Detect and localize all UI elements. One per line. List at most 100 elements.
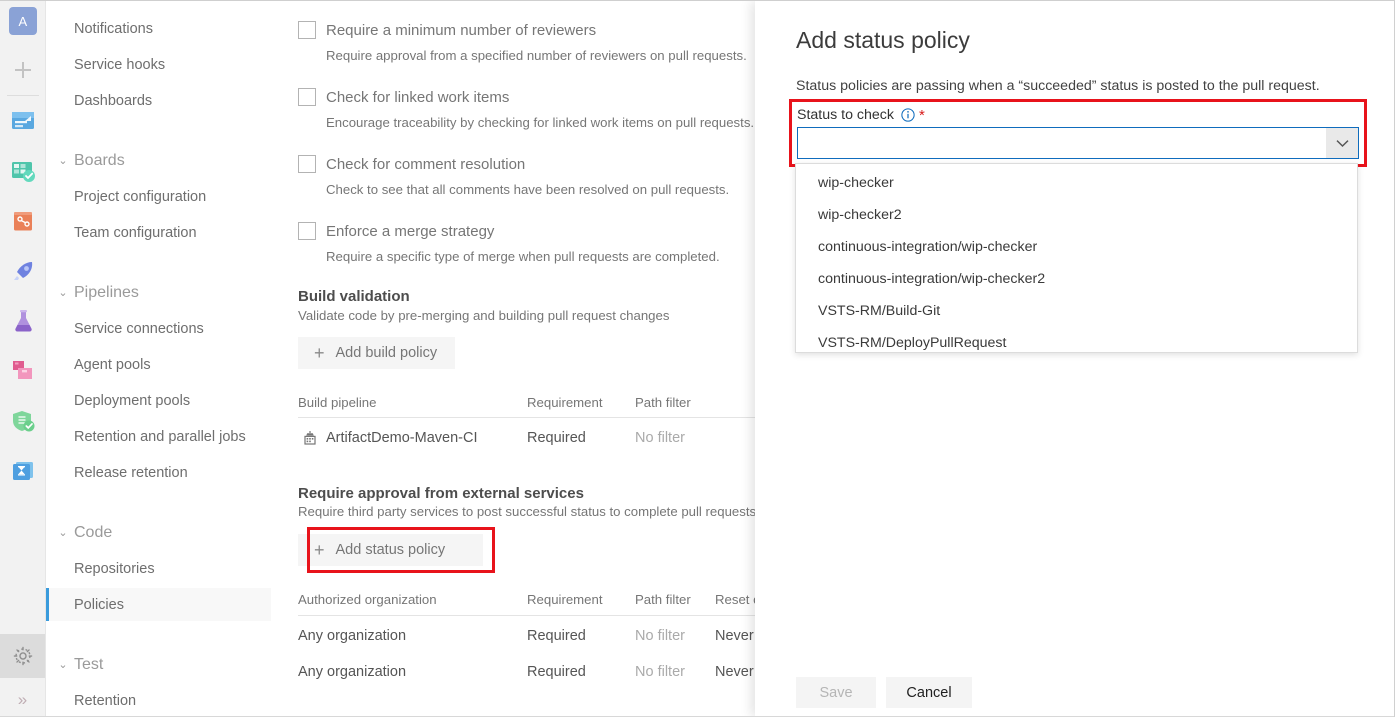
- policy-description: Require a specific type of merge when pu…: [326, 249, 720, 264]
- cancel-button[interactable]: Cancel: [886, 677, 972, 708]
- build-col-path-filter: Path filter: [635, 395, 691, 410]
- sidebar-item-deployment-pools[interactable]: Deployment pools: [46, 384, 271, 417]
- dropdown-option[interactable]: wip-checker2: [796, 199, 1357, 231]
- sidebar-item-label: Repositories: [74, 561, 155, 577]
- sidebar-item-label: Retention and parallel jobs: [74, 429, 246, 445]
- build-row-path-filter: No filter: [635, 430, 685, 446]
- dropdown-option[interactable]: continuous-integration/wip-checker: [796, 231, 1357, 263]
- status-to-check-label-text: Status to check: [797, 107, 894, 123]
- policy-checkbox[interactable]: [298, 21, 316, 39]
- boards-icon[interactable]: [10, 158, 37, 185]
- dropdown-option[interactable]: continuous-integration/wip-checker2: [796, 263, 1357, 295]
- policy-title: Enforce a merge strategy: [326, 223, 494, 240]
- sidebar-item-dashboards[interactable]: Dashboards: [46, 84, 271, 117]
- required-marker: *: [919, 108, 925, 123]
- sidebar-item-release-retention[interactable]: Release retention: [46, 456, 271, 489]
- nav-group-label: Boards: [74, 152, 125, 170]
- sidebar-item-retention[interactable]: Retention: [46, 684, 271, 717]
- chevron-down-icon: ⌄: [52, 156, 74, 167]
- status-to-check-combobox[interactable]: [797, 127, 1359, 159]
- build-row-requirement: Required: [527, 430, 586, 446]
- status-col-organization: Authorized organization: [298, 592, 437, 607]
- add-status-policy-panel: Add status policy Status policies are pa…: [755, 1, 1394, 717]
- build-col-pipeline: Build pipeline: [298, 395, 376, 410]
- build-row-pipeline: ArtifactDemo-Maven-CI: [326, 430, 477, 446]
- sidebar-item-label: Release retention: [74, 465, 188, 481]
- nav-group-test[interactable]: ⌄Test: [46, 650, 271, 680]
- policy-title: Check for linked work items: [326, 89, 509, 106]
- sidebar-item-notifications[interactable]: Notifications: [46, 12, 271, 45]
- policy-description: Encourage traceability by checking for l…: [326, 115, 754, 130]
- sidebar-item-project-configuration[interactable]: Project configuration: [46, 180, 271, 213]
- dropdown-option-label: continuous-integration/wip-checker: [818, 239, 1037, 255]
- dropdown-option-label: wip-checker2: [818, 207, 902, 223]
- build-pipeline-icon: [302, 430, 318, 446]
- retention-icon[interactable]: [10, 458, 37, 485]
- sidebar-item-policies[interactable]: Policies: [46, 588, 271, 621]
- security-icon[interactable]: [10, 408, 37, 435]
- status-row2-path-filter: No filter: [635, 664, 685, 680]
- pipelines-icon[interactable]: [10, 258, 37, 285]
- sidebar-item-label: Policies: [74, 597, 124, 613]
- settings-gear-icon[interactable]: [0, 634, 45, 678]
- test-plans-icon[interactable]: [10, 308, 37, 335]
- policy-checkbox[interactable]: [298, 88, 316, 106]
- nav-group-boards[interactable]: ⌄Boards: [46, 146, 271, 176]
- status-row1-reset: Never: [715, 628, 754, 644]
- nav-group-pipelines[interactable]: ⌄Pipelines: [46, 278, 271, 308]
- dropdown-option[interactable]: VSTS-RM/Build-Git: [796, 295, 1357, 327]
- sidebar-item-repositories[interactable]: Repositories: [46, 552, 271, 585]
- status-col-requirement: Requirement: [527, 592, 603, 607]
- status-row1-organization: Any organization: [298, 628, 406, 644]
- nav-group-label: Code: [74, 524, 112, 542]
- status-row2-requirement: Required: [527, 664, 586, 680]
- policy-title: Require a minimum number of reviewers: [326, 22, 596, 39]
- add-status-policy-button[interactable]: + Add status policy: [298, 534, 483, 566]
- sidebar-item-label: Service connections: [74, 321, 204, 337]
- avatar[interactable]: A: [9, 7, 37, 35]
- external-services-heading: Require approval from external services: [298, 485, 584, 502]
- info-icon[interactable]: [901, 108, 915, 122]
- sidebar-item-service-hooks[interactable]: Service hooks: [46, 48, 271, 81]
- dropdown-option[interactable]: VSTS-RM/DeployPullRequest: [796, 327, 1357, 359]
- chevron-down-icon[interactable]: [1326, 128, 1358, 158]
- nav-group-label: Test: [74, 656, 103, 674]
- dropdown-option[interactable]: wip-checker: [796, 167, 1357, 199]
- status-row2-organization: Any organization: [298, 664, 406, 680]
- sidebar-item-label: Deployment pools: [74, 393, 190, 409]
- settings-nav: NotificationsService hooksDashboards⌄Boa…: [46, 0, 271, 717]
- save-button[interactable]: Save: [796, 677, 876, 708]
- policy-description: Require approval from a specified number…: [326, 48, 747, 63]
- sidebar-item-agent-pools[interactable]: Agent pools: [46, 348, 271, 381]
- chevron-down-icon: ⌄: [52, 288, 74, 299]
- nav-group-code[interactable]: ⌄Code: [46, 518, 271, 548]
- external-services-subheading: Require third party services to post suc…: [298, 504, 755, 519]
- sidebar-item-team-configuration[interactable]: Team configuration: [46, 216, 271, 249]
- expand-chevron-icon[interactable]: »: [0, 682, 45, 717]
- chevron-down-icon: ⌄: [52, 528, 74, 539]
- build-col-requirement: Requirement: [527, 395, 603, 410]
- panel-title: Add status policy: [796, 27, 970, 54]
- status-col-path-filter: Path filter: [635, 592, 691, 607]
- build-table-divider: [298, 417, 755, 418]
- sidebar-item-label: Notifications: [74, 21, 153, 37]
- window-top-border: [0, 0, 1395, 1]
- policy-checkbox[interactable]: [298, 222, 316, 240]
- new-item-icon[interactable]: [9, 56, 37, 84]
- overview-icon[interactable]: [10, 108, 37, 135]
- sidebar-item-service-connections[interactable]: Service connections: [46, 312, 271, 345]
- add-build-policy-label: Add build policy: [336, 345, 438, 361]
- policy-checkbox[interactable]: [298, 155, 316, 173]
- add-status-policy-label: Add status policy: [336, 542, 446, 558]
- sidebar-item-label: Dashboards: [74, 93, 152, 109]
- sidebar-item-retention-and-parallel-jobs[interactable]: Retention and parallel jobs: [46, 420, 271, 453]
- add-build-policy-button[interactable]: + Add build policy: [298, 337, 455, 369]
- status-col-reset: Reset c: [715, 592, 755, 607]
- artifacts-icon[interactable]: [10, 358, 37, 385]
- sidebar-item-label: Agent pools: [74, 357, 151, 373]
- sidebar-item-label: Project configuration: [74, 189, 206, 205]
- repos-icon[interactable]: [10, 208, 37, 235]
- status-row1-path-filter: No filter: [635, 628, 685, 644]
- icon-rail: A: [0, 0, 46, 717]
- status-dropdown-list[interactable]: wip-checker wip-checker2 continuous-integr…: [795, 163, 1358, 353]
